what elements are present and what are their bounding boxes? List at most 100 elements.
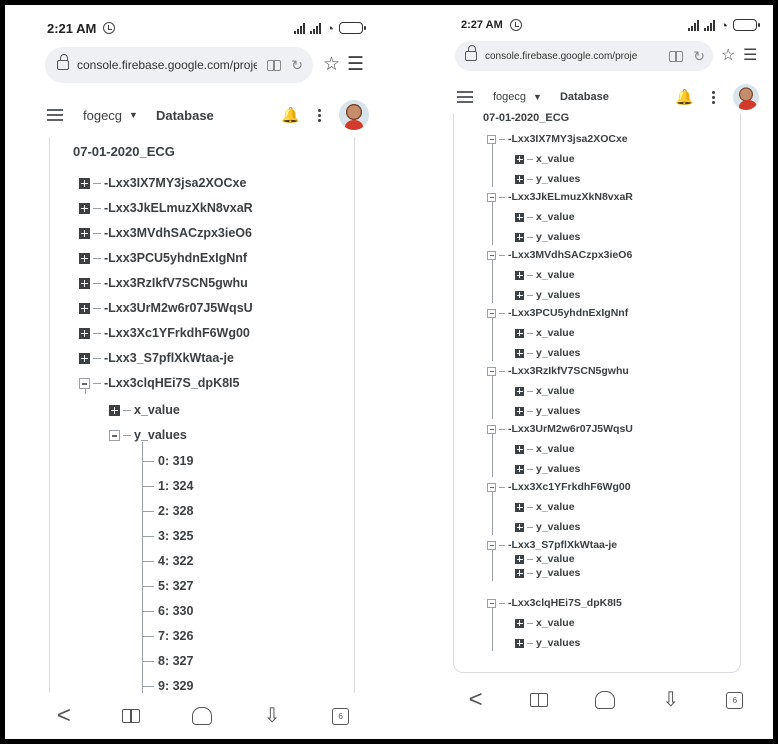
tree-node-expanded[interactable]: -Lxx3JkELmuzXkN8vxaR <box>487 191 633 203</box>
back-icon[interactable]: < <box>57 704 71 728</box>
tree-node-x-value[interactable]: x_value <box>515 501 575 513</box>
tree-node-x-value[interactable]: x_value <box>515 617 575 629</box>
address-bar[interactable]: console.firebase.google.com/proje ↻ <box>45 47 313 83</box>
tree-node-expanded[interactable]: -Lxx3RzIkfV7SCN5gwhu <box>487 365 629 377</box>
back-icon[interactable]: < <box>469 688 483 712</box>
expand-icon[interactable] <box>515 232 524 242</box>
tabs-icon[interactable]: 6 <box>332 707 350 725</box>
tree-node[interactable]: -Lxx3PCU5yhdnExIgNnf <box>79 251 247 265</box>
tree-node-expanded[interactable]: -Lxx3clqHEi7S_dpK8I5 <box>487 597 622 609</box>
expand-icon[interactable] <box>79 352 90 364</box>
project-selector[interactable]: fogecg <box>493 91 526 103</box>
tree-node-x-value[interactable]: x_value <box>515 327 575 339</box>
tree-node[interactable]: -Lxx3Xc1YFrkdhF6Wg00 <box>79 326 250 340</box>
tree-root-key[interactable]: 07-01-2020_ECG <box>73 144 175 159</box>
tree-node-expanded[interactable]: -Lxx3_S7pflXkWtaa-je <box>487 539 617 551</box>
tree-node-y-values[interactable]: y_values <box>515 289 580 301</box>
expand-icon[interactable] <box>515 406 524 416</box>
reader-mode-icon[interactable] <box>669 50 684 62</box>
expand-icon[interactable] <box>515 444 524 454</box>
tree-node-x-value[interactable]: x_value <box>109 403 180 417</box>
collapse-icon[interactable] <box>487 308 496 318</box>
tree-node[interactable]: -Lxx3JkELmuzXkN8vxaR <box>79 201 253 215</box>
tree-node-x-value[interactable]: x_value <box>515 553 575 565</box>
collapse-icon[interactable] <box>487 482 496 492</box>
tree-node-y-values[interactable]: y_values <box>515 347 580 359</box>
menu-list-icon[interactable]: ☰ <box>743 45 757 65</box>
tree-node-y-values[interactable]: y_values <box>515 521 580 533</box>
expand-icon[interactable] <box>515 174 524 184</box>
tree-node-y-values[interactable]: y_values <box>515 567 580 579</box>
reader-mode-icon[interactable] <box>267 59 282 71</box>
expand-icon[interactable] <box>79 202 90 214</box>
menu-list-icon[interactable]: ☰ <box>347 53 364 76</box>
project-selector[interactable]: fogecg <box>83 108 122 123</box>
tree-node-y-values[interactable]: y_values <box>515 637 580 649</box>
tree-node-x-value[interactable]: x_value <box>515 443 575 455</box>
expand-icon[interactable] <box>515 328 524 338</box>
tree-node[interactable]: -Lxx3RzIkfV7SCN5gwhu <box>79 276 248 290</box>
collapse-icon[interactable] <box>487 134 496 144</box>
tree-node-y-values[interactable]: y_values <box>515 231 580 243</box>
tree-root-key[interactable]: 07-01-2020_ECG <box>483 112 569 124</box>
tree-node-expanded[interactable]: -Lxx3UrM2w6r07J5WqsU <box>487 423 633 435</box>
expand-icon[interactable] <box>515 522 524 532</box>
bookmark-star-icon[interactable]: ☆ <box>323 53 340 76</box>
collapse-icon[interactable] <box>487 540 496 550</box>
collapse-icon[interactable] <box>487 250 496 260</box>
more-options-icon[interactable] <box>318 108 321 122</box>
collapse-icon[interactable] <box>487 598 496 608</box>
bookmarks-icon[interactable] <box>122 709 141 723</box>
expand-icon[interactable] <box>79 252 90 264</box>
expand-icon[interactable] <box>515 290 524 300</box>
tree-node[interactable]: -Lxx3UrM2w6r07J5WqsU <box>79 301 253 315</box>
hamburger-menu-icon[interactable] <box>47 109 63 121</box>
expand-icon[interactable] <box>515 386 524 396</box>
tree-node-y-values[interactable]: y_values <box>515 173 580 185</box>
tree-node-x-value[interactable]: x_value <box>515 269 575 281</box>
tree-node-y-values[interactable]: y_values <box>515 405 580 417</box>
expand-icon[interactable] <box>515 502 524 512</box>
notifications-bell-icon[interactable]: 🔔 <box>675 88 694 106</box>
chevron-down-icon[interactable]: ▼ <box>129 110 138 120</box>
expand-icon[interactable] <box>79 302 90 314</box>
avatar[interactable] <box>339 100 369 130</box>
expand-icon[interactable] <box>515 154 524 164</box>
expand-icon[interactable] <box>515 554 524 564</box>
expand-icon[interactable] <box>515 618 524 628</box>
chevron-down-icon[interactable]: ▼ <box>533 92 542 102</box>
tree-node-expanded[interactable]: -Lxx3clqHEi7S_dpK8I5 <box>79 376 239 390</box>
address-bar[interactable]: console.firebase.google.com/proje ↻ <box>455 41 713 71</box>
collapse-icon[interactable] <box>487 192 496 202</box>
hamburger-menu-icon[interactable] <box>457 91 473 103</box>
tree-node-expanded[interactable]: -Lxx3PCU5yhdnExIgNnf <box>487 307 628 319</box>
expand-icon[interactable] <box>79 227 90 239</box>
expand-icon[interactable] <box>515 348 524 358</box>
tree-node-y-values[interactable]: y_values <box>109 428 187 442</box>
expand-icon[interactable] <box>79 277 90 289</box>
collapse-icon[interactable] <box>487 424 496 434</box>
expand-icon[interactable] <box>515 212 524 222</box>
tree-node[interactable]: -Lxx3MVdhSACzpx3ieO6 <box>79 226 252 240</box>
reload-icon[interactable]: ↻ <box>291 57 303 74</box>
tree-node-expanded[interactable]: -Lxx3IX7MY3jsa2XOCxe <box>487 133 628 145</box>
tree-node-x-value[interactable]: x_value <box>515 153 575 165</box>
collapse-icon[interactable] <box>79 377 90 389</box>
tree-node-x-value[interactable]: x_value <box>515 211 575 223</box>
home-icon[interactable] <box>192 707 213 725</box>
download-icon[interactable]: ⇩ <box>662 690 679 710</box>
expand-icon[interactable] <box>109 404 120 416</box>
tree-node-expanded[interactable]: -Lxx3Xc1YFrkdhF6Wg00 <box>487 481 631 493</box>
tree-node[interactable]: -Lxx3_S7pflXkWtaa-je <box>79 351 234 365</box>
bookmark-star-icon[interactable]: ☆ <box>721 45 735 65</box>
expand-icon[interactable] <box>515 464 524 474</box>
bookmarks-icon[interactable] <box>529 693 548 707</box>
home-icon[interactable] <box>595 691 616 709</box>
expand-icon[interactable] <box>515 270 524 280</box>
collapse-icon[interactable] <box>487 366 496 376</box>
avatar[interactable] <box>733 84 759 110</box>
notifications-bell-icon[interactable]: 🔔 <box>281 106 300 124</box>
expand-icon[interactable] <box>79 327 90 339</box>
collapse-icon[interactable] <box>109 429 120 441</box>
tree-node-expanded[interactable]: -Lxx3MVdhSACzpx3ieO6 <box>487 249 632 261</box>
